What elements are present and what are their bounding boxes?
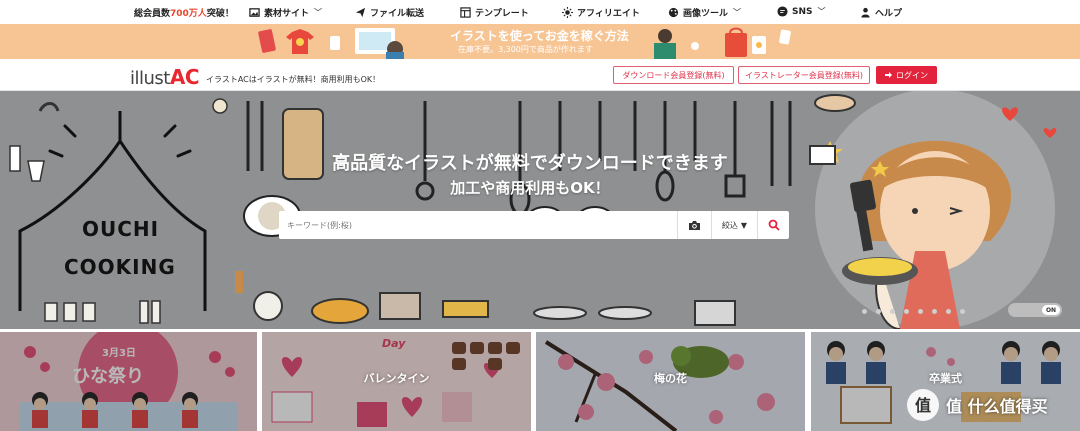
carousel-dot[interactable] xyxy=(918,309,923,314)
image-icon xyxy=(249,8,260,17)
svg-text:值: 值 xyxy=(915,396,931,415)
art-text-cooking: COOKING xyxy=(64,255,176,279)
promo-subtitle: 在庫不要。3,300円で商品が作れます xyxy=(458,45,593,54)
watermark-text: 值 什么值得买 xyxy=(946,397,1048,416)
nav-template[interactable]: テンプレート xyxy=(460,6,529,19)
nav-affiliate[interactable]: アフィリエイト xyxy=(562,6,640,19)
search-input[interactable] xyxy=(279,211,677,239)
site-watermark: 值 值 什么值得买 xyxy=(906,388,1048,422)
camera-icon xyxy=(689,220,700,230)
top-utility-bar: 総会員数700万人突破！ 素材サイト ﹀ ファイル転送 テンプレート アフィリエ… xyxy=(0,0,1080,24)
carousel-dot[interactable] xyxy=(960,309,965,314)
template-icon xyxy=(460,7,471,18)
site-logo[interactable]: illustAC xyxy=(130,65,200,89)
shop-illustration xyxy=(654,27,791,59)
sun-icon xyxy=(562,7,573,18)
merch-illustration xyxy=(258,28,404,59)
creator-register-button[interactable]: イラストレーター会員登録(無料) xyxy=(738,66,870,84)
paper-plane-icon xyxy=(355,7,366,18)
nav-material-sites[interactable]: 素材サイト ﹀ xyxy=(249,6,322,19)
nav-sns-label: SNS xyxy=(792,6,813,17)
login-button[interactable]: ログイン xyxy=(876,66,937,84)
nav-help[interactable]: ヘルプ xyxy=(860,6,902,19)
card-valentine[interactable]: Day バレンタイン xyxy=(262,332,531,431)
card-ume-label: 梅の花 xyxy=(654,372,687,385)
palette-icon xyxy=(668,7,679,18)
search-icon xyxy=(768,219,780,231)
hero-headline: 高品質なイラストが無料でダウンロードできます xyxy=(332,153,728,174)
download-register-button[interactable]: ダウンロード会員登録(無料) xyxy=(613,66,734,84)
nav-template-label: テンプレート xyxy=(475,9,529,19)
carousel-dot[interactable] xyxy=(932,309,937,314)
logo-accent: AC xyxy=(169,65,200,89)
chevron-down-icon: ﹀ xyxy=(314,8,323,17)
carousel-dot[interactable] xyxy=(946,309,951,314)
hero-subheadline: 加工や商用利用もOK！ xyxy=(450,179,610,197)
nav-help-label: ヘルプ xyxy=(875,9,903,19)
art-text-ouchi: OUCHI xyxy=(82,217,160,241)
chevron-down-icon: ﹀ xyxy=(733,8,742,17)
carousel-dots xyxy=(862,309,965,314)
nav-file-transfer[interactable]: ファイル転送 xyxy=(355,6,424,19)
site-header: illustAC イラストACはイラストが無料！商用利用もOK！ ダウンロード会… xyxy=(0,59,1080,91)
carousel-dot[interactable] xyxy=(890,309,895,314)
search-button[interactable] xyxy=(757,211,789,239)
card-ume-flower[interactable]: 梅の花 xyxy=(536,332,805,431)
login-icon xyxy=(885,72,892,78)
filter-label: 絞込 xyxy=(721,220,738,230)
member-count-suffix: 突破！ xyxy=(206,8,234,19)
user-icon xyxy=(861,7,870,18)
logo-text: illust xyxy=(130,68,170,89)
carousel-dot[interactable] xyxy=(862,309,867,314)
card-graduation-label: 卒業式 xyxy=(929,372,962,385)
nav-affiliate-label: アフィリエイト xyxy=(577,9,640,19)
member-count-prefix: 総会員数 xyxy=(134,8,171,19)
promo-banner[interactable]: イラストを使ってお金を稼ぐ方法 在庫不要。3,300円で商品が作れます xyxy=(0,24,1080,59)
carousel-dot[interactable] xyxy=(904,309,909,314)
nav-file-transfer-label: ファイル転送 xyxy=(370,9,425,19)
kitchen-illustration xyxy=(0,91,1080,329)
filter-dropdown[interactable]: 絞込 ▼ xyxy=(711,211,757,239)
card-valentine-label: バレンタイン xyxy=(363,372,430,385)
watermark-logo-icon: 值 xyxy=(907,389,939,421)
nav-material-sites-label: 素材サイト xyxy=(264,9,310,19)
carousel-dot[interactable] xyxy=(876,309,881,314)
login-label: ログイン xyxy=(896,70,928,80)
image-search-button[interactable] xyxy=(677,211,711,239)
autoplay-toggle[interactable]: ON xyxy=(1008,303,1062,317)
member-count: 総会員数700万人突破！ xyxy=(134,6,234,19)
toggle-label: ON xyxy=(1042,305,1060,315)
site-tagline: イラストACはイラストが無料！商用利用もOK！ xyxy=(206,75,381,84)
chat-icon xyxy=(777,6,788,17)
chevron-down-icon: ﹀ xyxy=(817,7,826,16)
search-bar: 絞込 ▼ xyxy=(279,211,789,239)
nav-image-tools-label: 画像ツール xyxy=(683,9,729,19)
member-count-number: 700万人 xyxy=(170,8,207,19)
card-hinamatsuri[interactable]: 3月3日 ひな祭り xyxy=(0,332,257,431)
hero-section: OUCHI COOKING 高品質なイラストが無料でダウンロードできます 加工や… xyxy=(0,91,1080,329)
card-overlay xyxy=(0,332,257,431)
triangle-down-icon: ▼ xyxy=(740,220,748,230)
nav-image-tools[interactable]: 画像ツール ﹀ xyxy=(668,6,741,19)
nav-sns[interactable]: SNS ﹀ xyxy=(777,6,826,17)
promo-title: イラストを使ってお金を稼ぐ方法 xyxy=(450,29,629,43)
